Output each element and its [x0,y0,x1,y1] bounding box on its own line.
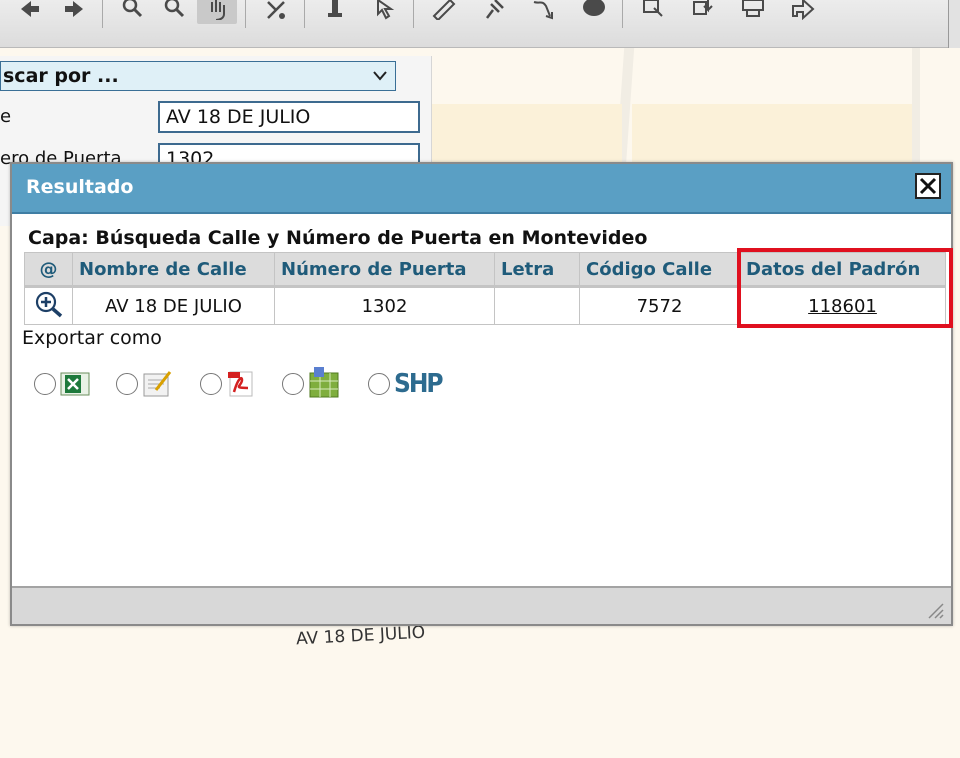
spreadsheet-icon [308,367,342,401]
export-label: Exportar como [22,327,162,349]
chevron-down-icon [373,62,387,99]
street-field-label: e [0,106,12,127]
export-options: SHP [34,367,468,401]
column-header-nombre-calle: Nombre de Calle [72,252,275,287]
toolbar-separator [245,0,246,28]
toolbar-separator [622,0,623,28]
dialog-header[interactable]: Resultado [12,164,951,214]
print-icon[interactable] [733,0,773,24]
select-area-icon[interactable] [633,0,673,24]
map-block [432,104,622,164]
column-header-at: @ [24,252,73,287]
close-button[interactable] [915,173,941,199]
full-extent-icon[interactable] [256,0,296,24]
select-pointer-icon[interactable] [365,0,405,24]
export-option-spreadsheet[interactable] [282,367,342,401]
export-radio-excel[interactable] [34,373,56,395]
route-icon[interactable] [524,0,564,24]
pdf-icon [226,370,256,398]
export-radio-spreadsheet[interactable] [282,373,304,395]
globe-icon[interactable] [574,0,614,24]
table-row: AV 18 DE JULIO 1302 7572 118601 [24,286,946,325]
export-option-excel[interactable] [34,371,90,397]
column-header-letra: Letra [494,252,580,287]
export-radio-shp[interactable] [368,373,390,395]
cell-numero-puerta: 1302 [274,286,495,325]
map-toolbar [0,0,960,48]
export-option-shp[interactable]: SHP [368,369,444,399]
dialog-footer [12,586,951,624]
cell-letra [494,286,580,325]
zoom-to-result-button[interactable] [24,286,73,325]
layer-title: Capa: Búsqueda Calle y Número de Puerta … [28,227,648,249]
column-header-datos-padron: Datos del Padrón [739,252,946,287]
toolbar-separator [102,0,103,28]
shp-icon: SHP [394,369,444,399]
zoom-in-magnifier-icon [35,291,62,317]
share-icon[interactable] [783,0,823,24]
export-option-pdf[interactable] [200,370,256,398]
text-icon [142,370,174,398]
map-road [912,48,920,168]
map-block [632,104,912,162]
table-header-row: @ Nombre de Calle Número de Puerta Letra… [24,252,946,287]
export-radio-pdf[interactable] [200,373,222,395]
search-by-select[interactable]: scar por ... [0,61,396,91]
cell-nombre-calle: AV 18 DE JULIO [72,286,275,325]
pan-hand-icon[interactable] [197,0,237,24]
zoom-out-icon[interactable] [155,0,195,24]
pin-icon[interactable] [474,0,514,24]
excel-icon [60,371,90,397]
forward-arrow-icon[interactable] [54,0,94,24]
cell-codigo-calle: 7572 [579,286,740,325]
zoom-in-icon[interactable] [113,0,153,24]
result-dialog: Resultado Capa: Búsqueda Calle y Número … [10,162,953,626]
column-header-codigo-calle: Código Calle [579,252,740,287]
toolbar-separator [304,0,305,28]
column-header-numero-puerta: Número de Puerta [274,252,495,287]
results-table: @ Nombre de Calle Número de Puerta Letra… [24,252,946,325]
cell-datos-padron: 118601 [739,286,946,325]
download-icon[interactable] [683,0,723,24]
street-input[interactable]: AV 18 DE JULIO [158,101,420,133]
measure-ruler-icon[interactable] [424,0,464,24]
export-radio-text[interactable] [116,373,138,395]
export-option-text[interactable] [116,370,174,398]
close-icon [919,177,937,195]
dialog-body: Capa: Búsqueda Calle y Número de Puerta … [12,214,953,586]
search-by-label: scar por ... [3,65,119,87]
toolbar-edge [948,0,960,48]
back-arrow-icon[interactable] [10,0,50,24]
dialog-title: Resultado [26,176,134,198]
padron-link[interactable]: 118601 [808,296,877,317]
toolbar-separator [413,0,414,28]
resize-grip-icon[interactable] [925,600,945,620]
info-tool-icon[interactable] [315,0,355,24]
